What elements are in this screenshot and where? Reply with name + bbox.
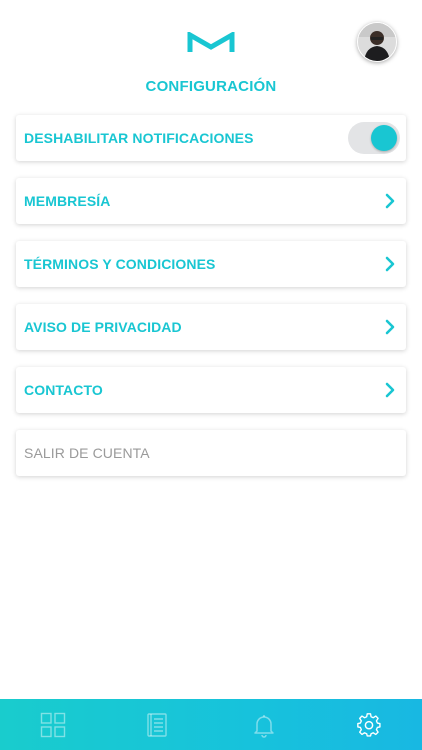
menu-item-label: MEMBRESÍA (24, 193, 111, 209)
menu-item-label: TÉRMINOS Y CONDICIONES (24, 256, 216, 272)
logout-button[interactable]: SALIR DE CUENTA (16, 430, 406, 476)
user-avatar[interactable] (357, 22, 397, 62)
chevron-right-icon (385, 382, 395, 398)
notifications-label: DESHABILITAR NOTIFICACIONES (24, 130, 254, 146)
chevron-right-icon (385, 256, 395, 272)
tab-settings[interactable] (317, 699, 422, 750)
menu-item-contacto[interactable]: CONTACTO (16, 367, 406, 413)
menu-item-label: CONTACTO (24, 382, 103, 398)
bottom-tab-bar (0, 699, 422, 750)
tab-dashboard[interactable] (0, 699, 106, 750)
gear-icon (357, 712, 381, 737)
toggle-knob (371, 125, 397, 151)
notifications-toggle[interactable] (348, 122, 400, 154)
bell-icon (254, 714, 274, 738)
notifications-setting-row: DESHABILITAR NOTIFICACIONES (16, 115, 406, 161)
tab-notifications[interactable] (211, 699, 317, 750)
logout-label: SALIR DE CUENTA (24, 445, 150, 461)
grid-icon (40, 712, 65, 737)
page-title: CONFIGURACIÓN (145, 78, 277, 95)
m-logo-icon (187, 32, 235, 52)
document-list-icon (147, 712, 167, 737)
menu-item-terminos[interactable]: TÉRMINOS Y CONDICIONES (16, 241, 406, 287)
menu-item-label: AVISO DE PRIVACIDAD (24, 319, 182, 335)
tab-documents[interactable] (106, 699, 212, 750)
chevron-right-icon (385, 193, 395, 209)
menu-item-privacidad[interactable]: AVISO DE PRIVACIDAD (16, 304, 406, 350)
chevron-right-icon (385, 319, 395, 335)
menu-item-membresia[interactable]: MEMBRESÍA (16, 178, 406, 224)
